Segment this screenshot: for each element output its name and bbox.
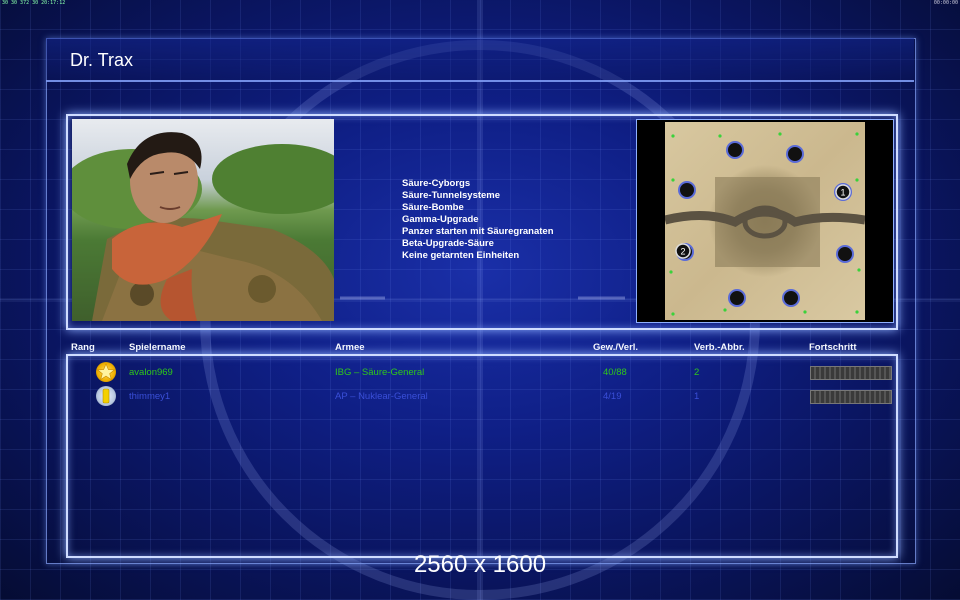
column-header-disconnects[interactable]: Verb.-Abbr. <box>694 342 745 353</box>
column-header-player-name[interactable]: Spielername <box>129 342 186 353</box>
map-preview[interactable]: 1 2 <box>636 119 894 323</box>
player-name: thimmey1 <box>129 391 171 402</box>
title-bar <box>46 38 914 82</box>
player-army: IBG – Säure-General <box>335 367 425 378</box>
perk-item: Beta-Upgrade-Säure <box>402 238 494 249</box>
gold-star-rank-icon <box>96 362 116 382</box>
perk-item: Säure-Tunnelsysteme <box>402 190 501 201</box>
column-header-army[interactable]: Armee <box>335 342 365 353</box>
player-army: AP – Nuklear-General <box>335 391 428 402</box>
star-icon <box>96 363 116 381</box>
player-win-loss: 40/88 <box>603 367 627 378</box>
rank-bar-icon <box>102 388 110 404</box>
perk-item: Keine getarnten Einheiten <box>402 250 520 261</box>
status-bar-clock: 00:00:00 <box>933 0 958 6</box>
yellow-bar-rank-icon <box>96 386 116 406</box>
general-portrait <box>72 119 334 321</box>
column-header-win-loss[interactable]: Gew./Verl. <box>593 342 638 353</box>
perk-item: Säure-Cyborgs <box>402 178 471 189</box>
status-bar: 30 30 372 30 20:17:12 00:00:00 <box>0 0 960 6</box>
perk-item: Säure-Bombe <box>402 202 464 213</box>
progress-bar <box>810 366 892 380</box>
progress-bar <box>810 390 892 404</box>
column-header-rank[interactable]: Rang <box>71 342 95 353</box>
player-name: avalon969 <box>129 367 173 378</box>
player-disconnects: 1 <box>694 391 700 402</box>
table-row[interactable]: thimmey1 AP – Nuklear-General 4/19 1 <box>70 386 892 406</box>
general-perks-list: Säure-Cyborgs Säure-Tunnelsysteme Säure-… <box>402 178 554 262</box>
status-bar-left: 30 30 372 30 20:17:12 <box>2 0 66 6</box>
start-position-1-label: 1 <box>840 188 845 198</box>
portrait-illustration <box>72 132 334 321</box>
start-position-markers: 1 2 <box>675 184 851 259</box>
page-title: Dr. Trax <box>70 50 134 70</box>
resolution-watermark: 2560 x 1600 <box>413 551 547 578</box>
table-row[interactable]: avalon969 IBG – Säure-General 40/88 2 <box>70 362 892 382</box>
player-disconnects: 2 <box>694 367 700 378</box>
player-table <box>66 354 898 558</box>
perk-item: Panzer starten mit Säuregranaten <box>402 226 554 237</box>
start-position-2-label: 2 <box>680 247 685 257</box>
player-win-loss: 4/19 <box>603 391 622 402</box>
perk-item: Gamma-Upgrade <box>402 214 479 225</box>
column-header-progress[interactable]: Fortschritt <box>809 342 857 353</box>
